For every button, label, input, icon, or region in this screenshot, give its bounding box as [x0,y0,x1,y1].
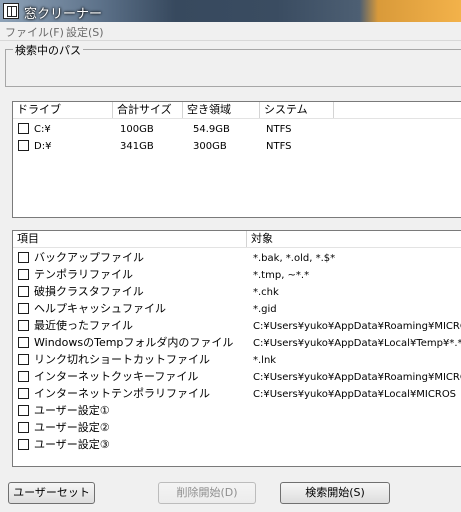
drive-system: NTFS [266,141,292,152]
drive-checkbox[interactable] [18,140,29,151]
drive-row[interactable]: C:¥ 100GB 54.9GB NTFS [13,120,461,137]
cleanup-item-target: C:¥Users¥yuko¥AppData¥Local¥MICROS [253,389,457,400]
column-header-target[interactable]: 対象 [247,231,461,247]
cleanup-item-row[interactable]: リンク切れショートカットファイル *.lnk [13,351,461,368]
cleanup-item-label: ユーザー設定① [34,404,110,417]
drive-name: C:¥ [34,124,51,135]
cleanup-item-target: *.lnk [253,355,277,366]
column-header-system[interactable]: システム [260,102,334,118]
cleanup-item-target: *.chk [253,287,279,298]
cleanup-item-label: 破損クラスタファイル [34,285,144,298]
cleanup-item-target: C:¥Users¥yuko¥AppData¥Roaming¥MICRO [253,321,461,332]
cleanup-item-label: インターネットテンポラリファイル [34,387,210,400]
cleanup-item-label: WindowsのTempフォルダ内のファイル [34,336,234,349]
cleanup-item-row[interactable]: テンポラリファイル *.tmp, ~*.* [13,266,461,283]
cleanup-item-row[interactable]: 破損クラスタファイル *.chk [13,283,461,300]
cleanup-item-checkbox[interactable] [18,252,29,263]
cleanup-item-label: 最近使ったファイル [34,319,133,332]
column-header-total-size[interactable]: 合計サイズ [113,102,183,118]
cleanup-item-checkbox[interactable] [18,337,29,348]
search-path-label: 検索中のパス [13,42,83,58]
cleanup-item-row[interactable]: インターネットテンポラリファイル C:¥Users¥yuko¥AppData¥Lo… [13,385,461,402]
menu-bar: ファイル(F) 設定(S) [0,22,461,41]
cleanup-item-row[interactable]: WindowsのTempフォルダ内のファイル C:¥Users¥yuko¥AppD… [13,334,461,351]
cleanup-item-checkbox[interactable] [18,354,29,365]
drive-total: 341GB [120,141,154,152]
cleanup-item-checkbox[interactable] [18,405,29,416]
column-header-drive[interactable]: ドライブ [13,102,113,118]
user-set-button[interactable]: ユーザーセット [8,482,95,504]
cleanup-item-row[interactable]: バックアップファイル *.bak, *.old, *.$* [13,249,461,266]
cleanup-item-checkbox[interactable] [18,286,29,297]
drive-row[interactable]: D:¥ 341GB 300GB NTFS [13,137,461,154]
drive-free: 54.9GB [193,124,230,135]
cleanup-item-checkbox[interactable] [18,422,29,433]
cleanup-item-row[interactable]: ユーザー設定② [13,419,461,436]
column-header-item[interactable]: 項目 [13,231,247,247]
cleanup-item-target: *.bak, *.old, *.$* [253,253,336,264]
title-bar[interactable]: 窓クリーナー [0,0,461,22]
cleanup-item-label: ユーザー設定③ [34,438,110,451]
search-start-button[interactable]: 検索開始(S) [280,482,390,504]
cleanup-item-label: テンポラリファイル [34,268,133,281]
window-title: 窓クリーナー [24,7,103,22]
column-header-free-space[interactable]: 空き領域 [183,102,260,118]
cleanup-item-label: リンク切れショートカットファイル [34,353,210,366]
cleanup-item-checkbox[interactable] [18,269,29,280]
drive-total: 100GB [120,124,154,135]
cleanup-item-list[interactable]: 項目 対象 バックアップファイル *.bak, *.old, *.$* テンポラリフ… [12,230,461,467]
app-window-icon [3,3,19,19]
cleanup-item-row[interactable]: ユーザー設定① [13,402,461,419]
drive-name: D:¥ [34,141,52,152]
cleanup-item-row[interactable]: ヘルプキャッシュファイル *.gid [13,300,461,317]
cleanup-item-label: ユーザー設定② [34,421,110,434]
cleanup-item-checkbox[interactable] [18,303,29,314]
cleanup-item-target: *.tmp, ~*.* [253,270,310,281]
item-list-header: 項目 対象 [13,231,461,248]
cleanup-item-checkbox[interactable] [18,320,29,331]
delete-start-button[interactable]: 削除開始(D) [158,482,256,504]
cleanup-item-label: インターネットクッキーファイル [34,370,199,383]
drive-checkbox[interactable] [18,123,29,134]
menu-file[interactable]: ファイル(F) [5,24,64,40]
cleanup-item-row[interactable]: 最近使ったファイル C:¥Users¥yuko¥AppData¥Roaming¥M… [13,317,461,334]
drive-free: 300GB [193,141,227,152]
drive-list-header: ドライブ 合計サイズ 空き領域 システム [13,102,461,119]
cleanup-item-checkbox[interactable] [18,439,29,450]
drive-list[interactable]: ドライブ 合計サイズ 空き領域 システム C:¥ 100GB 54.9GB NT… [12,101,461,218]
cleanup-item-checkbox[interactable] [18,371,29,382]
cleanup-item-target: C:¥Users¥yuko¥AppData¥Roaming¥MICRO [253,372,461,383]
cleanup-item-row[interactable]: インターネットクッキーファイル C:¥Users¥yuko¥AppData¥Roa… [13,368,461,385]
cleanup-item-label: ヘルプキャッシュファイル [34,302,166,315]
menu-settings[interactable]: 設定(S) [66,24,104,40]
cleanup-item-target: C:¥Users¥yuko¥AppData¥Local¥Temp¥*.* [253,338,461,349]
cleanup-item-target: *.gid [253,304,277,315]
cleanup-item-label: バックアップファイル [34,251,144,264]
drive-system: NTFS [266,124,292,135]
cleanup-item-row[interactable]: ユーザー設定③ [13,436,461,453]
cleanup-item-checkbox[interactable] [18,388,29,399]
